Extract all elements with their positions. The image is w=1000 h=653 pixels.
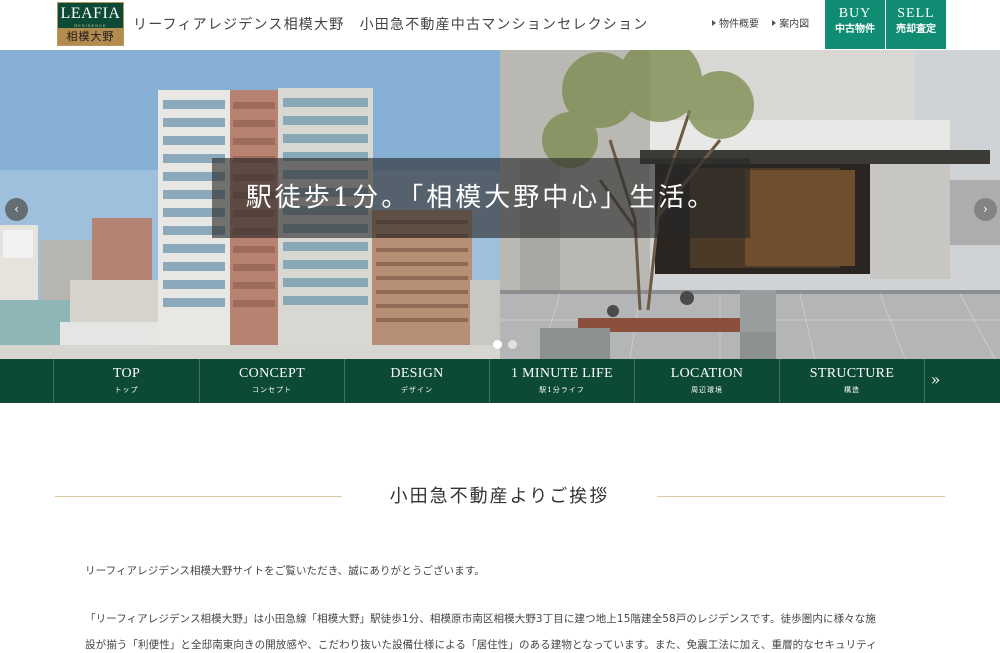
- nav-item-sublabel: 周辺環境: [691, 386, 723, 394]
- nav-item-sublabel: 駅1分ライフ: [539, 386, 585, 394]
- slider-prev-icon[interactable]: ‹: [5, 198, 28, 221]
- buy-button-label: BUY: [838, 6, 872, 21]
- nav-item-sublabel: トップ: [114, 386, 139, 394]
- nav-item-label: CONCEPT: [239, 366, 305, 381]
- slider-pagination: [493, 334, 523, 353]
- nav-item-label: TOP: [112, 366, 141, 381]
- buy-button[interactable]: BUY 中古物件: [825, 0, 885, 49]
- global-nav: TOP トップ CONCEPT コンセプト DESIGN デザイン 1 MINU…: [0, 359, 1000, 403]
- nav-item-top[interactable]: TOP トップ: [53, 359, 199, 403]
- greeting-paragraph-3: 設が揃う「利便性」と全邸南東向きの開放感や、こだわり抜いた設備仕様による「居住性…: [85, 639, 877, 651]
- greeting-paragraph-1: リーフィアレジデンス相模大野サイトをご覧いただき、誠にありがとうございます。: [85, 565, 485, 577]
- nav-item-label: DESIGN: [390, 366, 444, 381]
- nav-item-sublabel: コンセプト: [252, 386, 292, 394]
- heading-divider-right: [657, 496, 945, 497]
- slider-dot-1[interactable]: [493, 340, 502, 349]
- slider-dot-2[interactable]: [508, 340, 517, 349]
- buy-button-sublabel: 中古物件: [835, 24, 875, 35]
- arrow-right-icon: [712, 20, 716, 26]
- nav-more-icon[interactable]: »: [924, 359, 946, 403]
- nav-item-sublabel: デザイン: [401, 386, 433, 394]
- nav-item-sublabel: 構造: [844, 386, 860, 394]
- nav-item-structure[interactable]: STRUCTURE 構造: [779, 359, 924, 403]
- site-header: LEAFIA RESIDENCE 相模大野 リーフィアレジデンス相模大野 小田急…: [0, 0, 1000, 50]
- greeting-paragraph-2: 「リーフィアレジデンス相模大野」は小田急線「相模大野」駅徒歩1分、相模原市南区相…: [85, 613, 876, 625]
- greeting-heading: 小田急不動産よりご挨拶: [55, 484, 945, 512]
- nav-item-label: 1 MINUTE LIFE: [511, 366, 613, 381]
- sell-button[interactable]: SELL 売却査定: [886, 0, 946, 49]
- leafia-logo[interactable]: LEAFIA RESIDENCE 相模大野: [57, 2, 124, 46]
- arrow-right-icon: [772, 20, 777, 26]
- nav-item-concept[interactable]: CONCEPT コンセプト: [199, 359, 344, 403]
- nav-item-label: STRUCTURE: [809, 366, 895, 381]
- page-title: 小田急不動産よりご挨拶: [389, 486, 610, 507]
- nav-item-location[interactable]: LOCATION 周辺環境: [634, 359, 779, 403]
- site-title: リーフィアレジデンス相模大野 小田急不動産中古マンションセレクション: [133, 17, 649, 33]
- header-links: 物件概要 案内図: [712, 15, 819, 30]
- link-property-overview[interactable]: 物件概要: [719, 15, 759, 30]
- link-map[interactable]: 案内図: [779, 15, 809, 30]
- slider-next-icon[interactable]: ›: [974, 198, 997, 221]
- logo-band-text: 相模大野: [58, 28, 123, 45]
- hero-slider: 駅徒歩1分。「相模大野中心」生活。 ‹ ›: [0, 50, 1000, 359]
- heading-divider-left: [55, 496, 342, 497]
- nav-item-design[interactable]: DESIGN デザイン: [344, 359, 489, 403]
- sell-button-label: SELL: [897, 6, 935, 21]
- sell-button-sublabel: 売却査定: [896, 24, 936, 35]
- hero-caption: 駅徒歩1分。「相模大野中心」生活。: [212, 158, 750, 238]
- logo-main-text: LEAFIA: [60, 5, 121, 22]
- nav-item-1minute-life[interactable]: 1 MINUTE LIFE 駅1分ライフ: [489, 359, 634, 403]
- nav-item-label: LOCATION: [670, 366, 744, 381]
